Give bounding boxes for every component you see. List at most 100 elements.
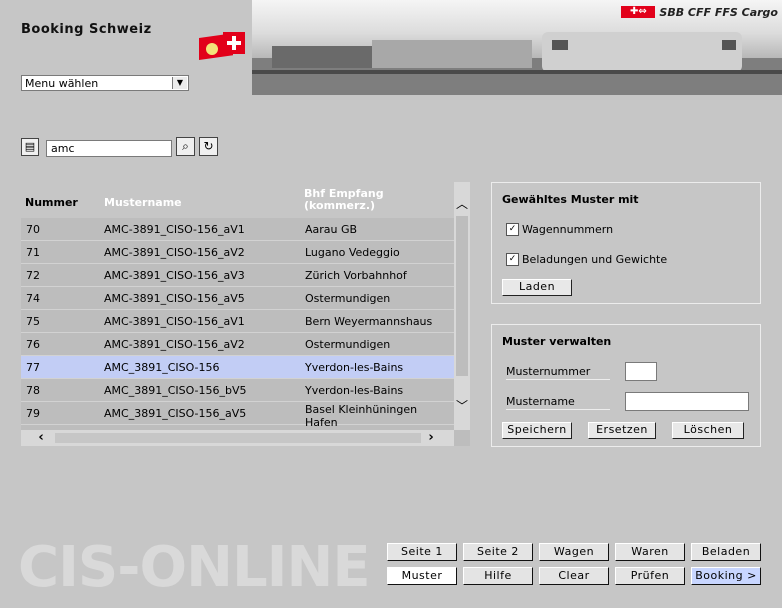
cell-number: 79 <box>26 407 40 420</box>
train-banner: ✚⇔ SBB CFF FFS Cargo <box>252 0 782 95</box>
delete-button[interactable]: Löschen <box>672 422 744 439</box>
table-row[interactable]: 74 AMC-3891_CISO-156_aV5 Ostermundigen <box>21 287 454 310</box>
scroll-up-icon[interactable]: ︿ <box>454 196 470 212</box>
nav-seite2-button[interactable]: Seite 2 <box>463 543 533 561</box>
menu-select[interactable]: Menu wählen ▼ <box>21 75 189 91</box>
cell-bhf: Ostermundigen <box>305 338 390 351</box>
mustername-label: Mustername <box>506 395 610 410</box>
cell-name: AMC_3891_CISO-156_bV5 <box>104 384 247 397</box>
cell-bhf-line1: Ostermundigen <box>305 292 391 305</box>
table-row[interactable]: 70 AMC-3891_CISO-156_aV1 Aarau GB <box>21 218 454 241</box>
column-header-number[interactable]: Nummer <box>25 196 78 209</box>
table-header: Nummer Mustername Bhf Empfang (kommerz.) <box>21 182 454 218</box>
cell-bhf: Lugano Vedeggio <box>305 246 400 259</box>
panel-title: Muster verwalten <box>502 335 612 348</box>
table-row[interactable]: 75 AMC-3891_CISO-156_aV1 Bern Weyermannsha… <box>21 310 454 333</box>
checkbox-label: Beladungen und Gewichte <box>522 253 668 266</box>
scroll-thumb[interactable] <box>456 216 468 376</box>
table-row[interactable]: 79 AMC_3891_CISO-156_aV5 Basel Kleinhüning… <box>21 402 454 429</box>
cell-name: AMC-3891_CISO-156_aV1 <box>104 315 245 328</box>
save-button[interactable]: Speichern <box>502 422 572 439</box>
menu-select-value: Menu wählen <box>25 77 99 90</box>
vertical-scrollbar[interactable]: ︿ ﹀ <box>454 182 470 430</box>
nav-wagen-button[interactable]: Wagen <box>539 543 609 561</box>
nav-hilfe-button[interactable]: Hilfe <box>463 567 533 585</box>
musternummer-field[interactable] <box>625 362 657 381</box>
app-title: Booking Schweiz <box>21 22 152 37</box>
musternummer-label: Musternummer <box>506 365 610 380</box>
table-row[interactable]: 72 AMC-3891_CISO-156_aV3 Zürich Vorbahnhof <box>21 264 454 287</box>
cell-bhf: Aarau GB <box>305 223 357 236</box>
cell-bhf: Yverdon-les-Bains <box>305 384 403 397</box>
scroll-right-icon[interactable]: › <box>423 430 439 446</box>
chevron-down-icon[interactable]: ▼ <box>172 77 187 89</box>
cell-bhf-line1: Zürich Vorbahnhof <box>305 269 407 282</box>
muster-table: Nummer Mustername Bhf Empfang (kommerz.)… <box>21 182 470 446</box>
selected-pattern-panel: Gewähltes Muster mit ✓ Wagennummern ✓ Be… <box>491 182 761 304</box>
scroll-down-icon[interactable]: ﹀ <box>454 398 470 414</box>
mustername-field[interactable] <box>625 392 749 411</box>
brand-text: SBB CFF FFS Cargo <box>659 5 778 19</box>
table-row[interactable]: 71 AMC-3891_CISO-156_aV2 Lugano Vedeggio <box>21 241 454 264</box>
column-header-name[interactable]: Mustername <box>104 196 182 209</box>
cell-name: AMC-3891_CISO-156_aV3 <box>104 269 245 282</box>
cell-bhf-line1: Yverdon-les-Bains <box>305 361 404 374</box>
table-row[interactable]: 76 AMC-3891_CISO-156_aV2 Ostermundigen <box>21 333 454 356</box>
cell-bhf: Basel Kleinhüningen Hafen <box>305 403 417 429</box>
cell-bhf-line1: Aarau GB <box>305 223 358 236</box>
cell-number: 75 <box>26 315 40 328</box>
cell-name: AMC-3891_CISO-156_aV1 <box>104 223 245 236</box>
beladungen-option[interactable]: ✓ Beladungen und Gewichte <box>506 253 667 266</box>
cell-name: AMC_3891_CISO-156 <box>104 361 220 374</box>
cell-bhf-line1: Bern Weyermannshaus <box>305 315 433 328</box>
hscroll-thumb[interactable] <box>55 433 421 443</box>
cell-number: 71 <box>26 246 40 259</box>
refresh-icon[interactable]: ↻ <box>199 137 218 156</box>
panel-title: Gewähltes Muster mit <box>502 193 639 206</box>
cell-number: 76 <box>26 338 40 351</box>
cell-bhf: Yverdon-les-Bains <box>305 361 403 374</box>
cell-bhf-line2: Hafen <box>305 416 338 429</box>
nav-waren-button[interactable]: Waren <box>615 543 685 561</box>
nav-booking-button[interactable]: Booking > <box>691 567 761 585</box>
cell-number: 70 <box>26 223 40 236</box>
table-body: 70 AMC-3891_CISO-156_aV1 Aarau GB 71 AMC-389… <box>21 218 454 430</box>
cell-bhf-line1: Yverdon-les-Bains <box>305 384 404 397</box>
nav-seite1-button[interactable]: Seite 1 <box>387 543 457 561</box>
table-row[interactable]: 78 AMC_3891_CISO-156_bV5 Yverdon-les-Bains <box>21 379 454 402</box>
nav-beladen-button[interactable]: Beladen <box>691 543 761 561</box>
sbb-arrow-icon: ✚⇔ <box>621 6 656 18</box>
replace-button[interactable]: Ersetzen <box>588 422 656 439</box>
search-input[interactable] <box>46 140 172 157</box>
search-icon[interactable]: ⌕ <box>176 137 195 156</box>
checkbox-wagennummern[interactable]: ✓ <box>506 223 519 236</box>
cell-bhf-line1: Lugano Vedeggio <box>305 246 400 259</box>
column-header-bhf[interactable]: Bhf Empfang (kommerz.) <box>304 188 384 212</box>
cell-name: AMC-3891_CISO-156_aV2 <box>104 246 245 259</box>
manage-pattern-panel: Muster verwalten Musternummer Mustername… <box>491 324 761 447</box>
cis-logo-icon <box>199 32 245 60</box>
cell-number: 77 <box>26 361 40 374</box>
sbb-cargo-logo: ✚⇔ SBB CFF FFS Cargo <box>621 4 778 20</box>
cell-bhf-line1: Ostermundigen <box>305 338 391 351</box>
nav-pruefen-button[interactable]: Prüfen <box>615 567 685 585</box>
cell-bhf: Ostermundigen <box>305 292 390 305</box>
checkbox-label: Wagennummern <box>522 223 614 236</box>
horizontal-scrollbar[interactable]: ‹ › <box>21 430 454 446</box>
load-button[interactable]: Laden <box>502 279 572 296</box>
cell-number: 74 <box>26 292 40 305</box>
checkbox-beladungen[interactable]: ✓ <box>506 253 519 266</box>
table-row[interactable]: 77 AMC_3891_CISO-156 Yverdon-les-Bains <box>21 356 454 379</box>
document-icon[interactable]: ▤ <box>21 138 39 156</box>
nav-muster-button[interactable]: Muster <box>387 567 457 585</box>
cell-name: AMC-3891_CISO-156_aV2 <box>104 338 245 351</box>
cell-bhf-line1: Basel Kleinhüningen <box>305 403 418 416</box>
cell-number: 78 <box>26 384 40 397</box>
nav-clear-button[interactable]: Clear <box>539 567 609 585</box>
cell-number: 72 <box>26 269 40 282</box>
cell-bhf: Bern Weyermannshaus <box>305 315 432 328</box>
cis-online-watermark: CIS-ONLINE <box>18 535 371 600</box>
cell-name: AMC-3891_CISO-156_aV5 <box>104 292 245 305</box>
scroll-left-icon[interactable]: ‹ <box>33 430 49 446</box>
wagennummern-option[interactable]: ✓ Wagennummern <box>506 223 613 236</box>
